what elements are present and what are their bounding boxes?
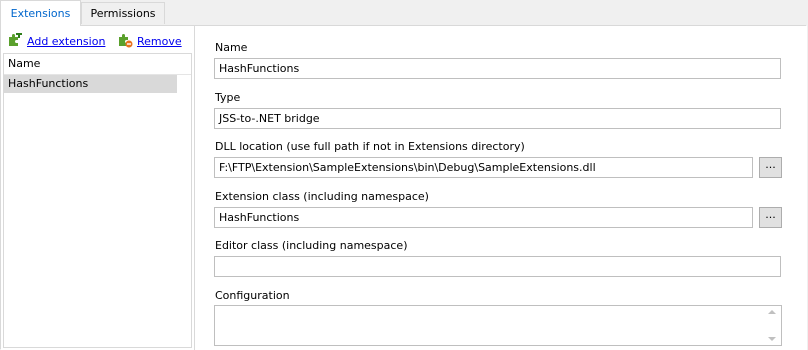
scroll-down-icon[interactable] <box>768 337 776 341</box>
extension-details-pane: Name HashFunctions Type JSS-to-.NET brid… <box>195 26 807 350</box>
configuration-label: Configuration <box>215 289 290 302</box>
configuration-textarea[interactable] <box>214 305 782 346</box>
dll-browse-button[interactable]: ... <box>759 157 782 178</box>
add-extension-button[interactable]: Add extension <box>7 32 105 51</box>
tab-permissions[interactable]: Permissions <box>81 2 165 24</box>
extension-list-pane: Add extension Remove Name HashFunctions <box>1 26 195 350</box>
list-item[interactable]: HashFunctions <box>4 75 177 93</box>
scroll-up-icon[interactable] <box>768 310 776 314</box>
type-field[interactable]: JSS-to-.NET bridge <box>214 108 781 129</box>
extension-class-label: Extension class (including namespace) <box>215 190 429 203</box>
extension-list[interactable]: Name HashFunctions <box>3 53 192 348</box>
remove-button[interactable]: Remove <box>117 32 182 51</box>
editor-class-label: Editor class (including namespace) <box>215 239 408 252</box>
type-label: Type <box>215 91 241 104</box>
add-extension-label[interactable]: Add extension <box>27 35 105 48</box>
configuration-scrollbar[interactable] <box>764 306 781 345</box>
extensions-panel: Add extension Remove Name HashFunctions … <box>0 25 807 350</box>
dll-location-field[interactable]: F:\FTP\Extension\SampleExtensions\bin\De… <box>214 157 753 178</box>
name-label: Name <box>215 41 248 54</box>
editor-class-field[interactable] <box>214 256 781 277</box>
tab-strip: Extensions Permissions <box>0 0 808 26</box>
extension-class-browse-button[interactable]: ... <box>759 207 782 228</box>
column-header-name[interactable]: Name <box>4 54 191 75</box>
tab-extensions[interactable]: Extensions <box>0 0 81 26</box>
name-field[interactable]: HashFunctions <box>214 58 781 79</box>
dll-location-label: DLL location (use full path if not in Ex… <box>215 140 525 153</box>
remove-label[interactable]: Remove <box>137 35 182 48</box>
puzzle-remove-icon <box>117 32 133 51</box>
puzzle-add-icon <box>7 32 23 51</box>
extension-class-field[interactable]: HashFunctions <box>214 207 753 228</box>
